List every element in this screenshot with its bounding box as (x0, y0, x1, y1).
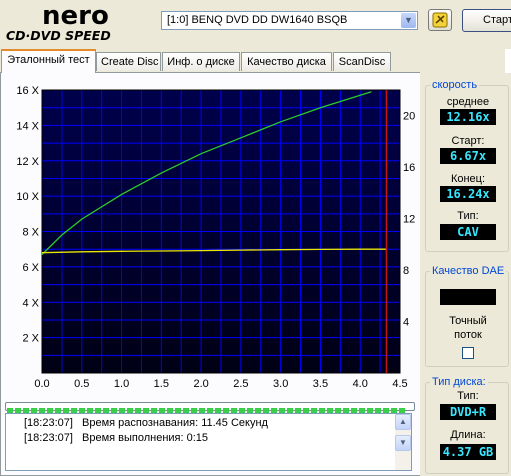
tab-disc-quality[interactable]: Качество диска (241, 52, 332, 71)
start-button[interactable]: Старт (462, 9, 511, 32)
tab-label: Инф. о диске (167, 56, 235, 68)
dae-quality-group: Качество DAE Точный поток (425, 265, 509, 367)
x-tick-label: 4.0 (353, 378, 368, 390)
y-left-tick-label: 6 X (22, 262, 39, 274)
speed-type-value: CAV (440, 224, 496, 240)
tab-label: Качество диска (247, 56, 326, 68)
drive-select-value: [1:0] BENQ DVD DD DW1640 BSQB (167, 14, 348, 26)
disc-length-value: 4.37 GB (440, 444, 496, 460)
scroll-up-icon[interactable]: ▲ (395, 414, 411, 430)
tools-icon (432, 12, 448, 28)
y-right-tick-label: 16 (403, 162, 415, 174)
y-right-tick-label: 8 (403, 265, 409, 277)
log-entry: [18:23:07] Время выполнения: 0:15 (24, 432, 208, 444)
dae-group-title: Качество DAE (430, 265, 507, 277)
start-button-label: Старт (483, 14, 511, 26)
log-text: Время распознавания: 11.45 Секунд (82, 417, 268, 429)
x-tick-label: 2.0 (193, 378, 208, 390)
tab-label: ScanDisc (338, 56, 386, 68)
accurate-stream-label-2: поток (454, 329, 482, 341)
drive-select[interactable]: [1:0] BENQ DVD DD DW1640 BSQB ▼ (161, 11, 418, 30)
log-list[interactable]: [18:23:07] Время распознавания: 11.45 Сек… (5, 413, 412, 471)
speed-group-title: скорость (430, 79, 480, 91)
y-right-tick-label: 20 (403, 111, 415, 123)
y-left-tick-label: 2 X (22, 333, 39, 345)
tab-scandisc[interactable]: ScanDisc (333, 52, 391, 71)
nero-logo: nero CD·DVD SPEED (6, 1, 111, 43)
y-left-tick-label: 16 X (16, 85, 39, 97)
tab-label: Эталонный тест (7, 54, 90, 66)
tab-create-disc[interactable]: Create Disc (96, 52, 161, 71)
accurate-stream-checkbox[interactable] (462, 347, 474, 359)
disc-type-label: Тип: (457, 390, 479, 402)
progress-bar (5, 402, 415, 413)
tab-label: Create Disc (101, 56, 159, 68)
logo-nero-text: nero (42, 1, 109, 31)
drive-settings-button[interactable] (428, 9, 452, 31)
x-tick-label: 3.0 (273, 378, 288, 390)
tab-benchmark[interactable]: Эталонный тест (1, 49, 96, 73)
log-time: [18:23:07] (24, 417, 73, 429)
speed-avg-value: 12.16x (440, 109, 496, 125)
speed-start-value: 6.67x (440, 148, 496, 164)
y-left-tick-label: 10 X (16, 191, 39, 203)
chevron-down-icon[interactable]: ▼ (401, 13, 416, 28)
speed-avg-label: среднее (446, 96, 490, 108)
tab-strip-edge (505, 49, 511, 73)
disc-type-group: Тип диска: Тип: DVD+R Длина: 4.37 GB (425, 376, 509, 474)
log-time: [18:23:07] (24, 432, 73, 444)
speed-type-label: Тип: (457, 210, 479, 222)
logo-speed-text: CD·DVD SPEED (6, 28, 111, 43)
dae-value-display (440, 289, 496, 305)
y-left-tick-label: 12 X (16, 156, 39, 168)
x-tick-label: 0.5 (74, 378, 89, 390)
y-right-tick-label: 12 (403, 214, 415, 226)
disc-length-label: Длина: (450, 429, 486, 441)
x-tick-label: 4.5 (392, 378, 407, 390)
tab-disc-info[interactable]: Инф. о диске (162, 52, 240, 71)
y-right-tick-label: 4 (403, 317, 409, 329)
accurate-stream-label-1: Точный (449, 315, 487, 327)
progress-fill (7, 404, 407, 413)
speed-end-value: 16.24x (440, 186, 496, 202)
log-entry: [18:23:07] Время распознавания: 11.45 Сек… (24, 417, 268, 429)
x-tick-label: 1.0 (114, 378, 129, 390)
x-tick-label: 0.0 (34, 378, 49, 390)
speed-end-label: Конец: (450, 173, 486, 185)
disc-type-value: DVD+R (440, 404, 496, 420)
speed-start-label: Старт: (451, 135, 485, 147)
speed-group: скорость среднее 12.16x Старт: 6.67x Кон… (425, 79, 509, 252)
y-left-tick-label: 4 X (22, 297, 39, 309)
x-tick-label: 2.5 (233, 378, 248, 390)
x-tick-label: 1.5 (154, 378, 169, 390)
y-left-tick-label: 14 X (16, 120, 39, 132)
benchmark-chart: 0.0 0.5 1.0 1.5 2.0 2.5 3.0 3.5 4.0 4.5 2 X 4 X 6 X 8… (16, 85, 415, 390)
disc-group-title: Тип диска: (430, 376, 488, 388)
x-tick-label: 3.5 (313, 378, 328, 390)
log-text: Время выполнения: 0:15 (82, 432, 209, 444)
log-scrollbar[interactable]: ▲ ▼ (395, 414, 411, 470)
y-left-tick-label: 8 X (22, 227, 39, 239)
scroll-down-icon[interactable]: ▼ (395, 435, 411, 451)
